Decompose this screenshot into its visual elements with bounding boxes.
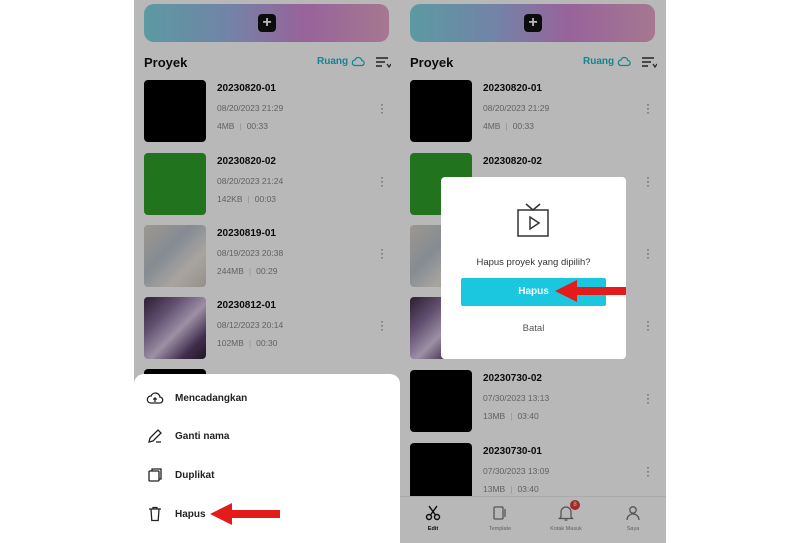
screenshot-canvas: + Proyek Ruang 20230820-01 08/20/2023 21… — [0, 0, 800, 543]
red-arrow-annotation — [555, 280, 626, 302]
cancel-button[interactable]: Batal — [441, 323, 626, 334]
trash-icon — [149, 506, 161, 522]
backup-option[interactable]: Mencadangkan — [146, 388, 247, 408]
delete-option[interactable]: Hapus — [146, 504, 206, 524]
rename-option[interactable]: Ganti nama — [146, 426, 229, 446]
duplicate-option[interactable]: Duplikat — [146, 465, 214, 485]
delete-label: Hapus — [175, 508, 206, 520]
right-phone-screen: + Proyek Ruang 20230820-01 08/20/2023 21… — [400, 0, 666, 543]
duplicate-icon — [148, 468, 162, 482]
video-project-icon — [517, 203, 549, 237]
duplicate-label: Duplikat — [175, 469, 215, 481]
red-arrow-annotation — [210, 503, 280, 525]
rename-label: Ganti nama — [175, 430, 230, 442]
cloud-upload-icon — [146, 392, 164, 404]
left-phone-screen: + Proyek Ruang 20230820-01 08/20/2023 21… — [134, 0, 400, 543]
delete-confirm-dialog: Hapus proyek yang dipilih? Hapus Batal — [441, 177, 626, 359]
dialog-message: Hapus proyek yang dipilih? — [476, 257, 591, 268]
pencil-icon — [148, 429, 162, 443]
backup-label: Mencadangkan — [175, 392, 248, 404]
